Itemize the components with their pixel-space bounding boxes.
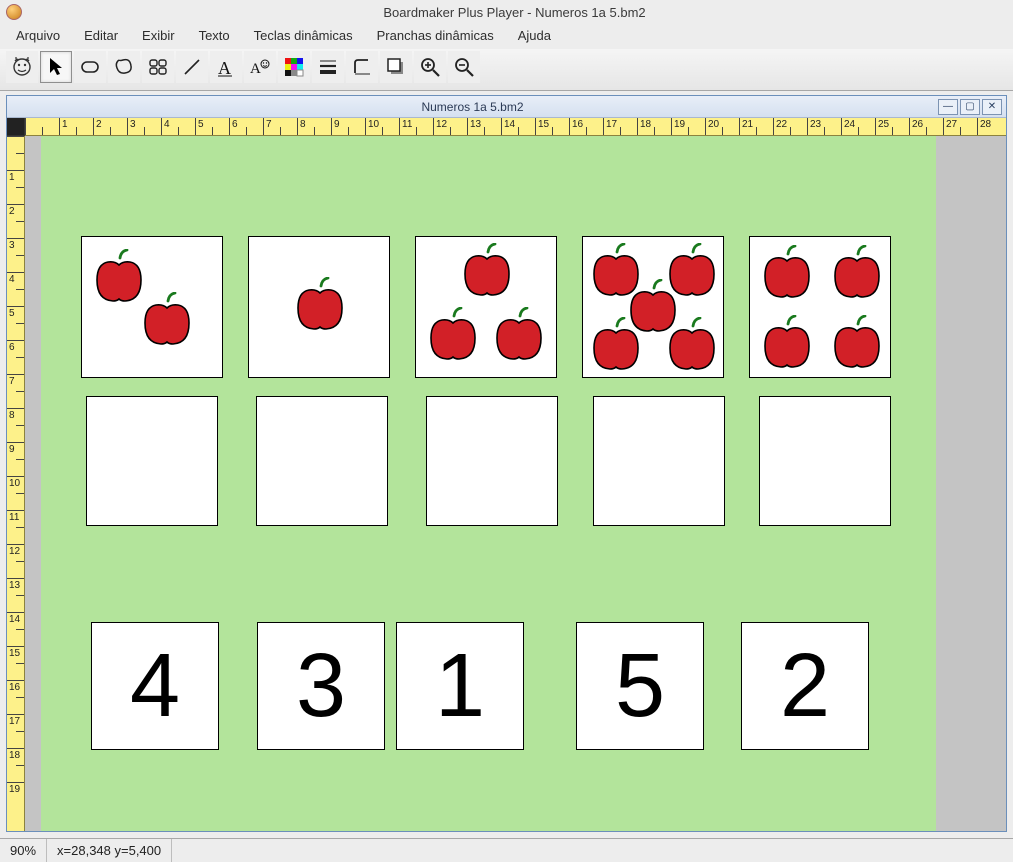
workspace: Numeros 1a 5.bm2 — ▢ ✕ 12345678910111213… xyxy=(0,91,1013,838)
window-title: Boardmaker Plus Player - Numeros 1a 5.bm… xyxy=(22,5,1007,20)
board-page[interactable]: 4 3 1 5 2 xyxy=(41,136,936,831)
drop-zone-4[interactable] xyxy=(593,396,725,526)
window-titlebar: Boardmaker Plus Player - Numeros 1a 5.bm… xyxy=(0,0,1013,24)
menu-texto[interactable]: Texto xyxy=(189,26,240,45)
zoom-in-icon[interactable] xyxy=(414,51,446,83)
text-tool-icon[interactable]: A xyxy=(210,51,242,83)
zoom-out-icon[interactable] xyxy=(448,51,480,83)
app-icon xyxy=(6,4,22,20)
apple-icon xyxy=(295,277,345,331)
pointer-tool-icon[interactable] xyxy=(40,51,72,83)
apple-icon xyxy=(667,317,717,371)
vertical-ruler[interactable]: 12345678910111213141516171819 xyxy=(7,136,25,831)
menu-pranchas-dinamicas[interactable]: Pranchas dinâmicas xyxy=(367,26,504,45)
apple-card-2[interactable] xyxy=(81,236,223,378)
document-title: Numeros 1a 5.bm2 xyxy=(7,100,938,114)
ruler-corner xyxy=(7,118,25,136)
apple-card-3[interactable] xyxy=(415,236,557,378)
apple-icon xyxy=(591,317,641,371)
number-card-5[interactable]: 5 xyxy=(576,622,704,750)
apple-icon xyxy=(142,292,192,346)
number-card-1[interactable]: 1 xyxy=(396,622,524,750)
apple-icon xyxy=(832,245,882,299)
menu-ajuda[interactable]: Ajuda xyxy=(508,26,561,45)
status-zoom: 90% xyxy=(0,839,47,862)
face-tool-icon[interactable] xyxy=(6,51,38,83)
toolbar: A A xyxy=(0,49,1013,91)
menu-exibir[interactable]: Exibir xyxy=(132,26,185,45)
number-card-4[interactable]: 4 xyxy=(91,622,219,750)
minimize-button[interactable]: — xyxy=(938,99,958,115)
document-window: Numeros 1a 5.bm2 — ▢ ✕ 12345678910111213… xyxy=(6,95,1007,832)
apple-card-4[interactable] xyxy=(749,236,891,378)
menu-editar[interactable]: Editar xyxy=(74,26,128,45)
line-weight-icon[interactable] xyxy=(312,51,344,83)
apple-card-1[interactable] xyxy=(248,236,390,378)
svg-text:A: A xyxy=(250,61,261,77)
menu-bar: Arquivo Editar Exibir Texto Teclas dinâm… xyxy=(0,24,1013,49)
svg-text:A: A xyxy=(218,58,231,78)
number-card-3[interactable]: 3 xyxy=(257,622,385,750)
menu-teclas-dinamicas[interactable]: Teclas dinâmicas xyxy=(244,26,363,45)
apple-icon xyxy=(762,245,812,299)
apple-icon xyxy=(494,307,544,361)
menu-arquivo[interactable]: Arquivo xyxy=(6,26,70,45)
document-titlebar[interactable]: Numeros 1a 5.bm2 — ▢ ✕ xyxy=(7,96,1006,118)
close-button[interactable]: ✕ xyxy=(982,99,1002,115)
apple-icon xyxy=(462,243,512,297)
color-palette-icon[interactable] xyxy=(278,51,310,83)
canvas-area[interactable]: 4 3 1 5 2 xyxy=(25,136,1006,831)
freeform-tool-icon[interactable] xyxy=(108,51,140,83)
apple-icon xyxy=(94,249,144,303)
drop-zone-1[interactable] xyxy=(86,396,218,526)
maximize-button[interactable]: ▢ xyxy=(960,99,980,115)
drop-zone-5[interactable] xyxy=(759,396,891,526)
corner-tool-icon[interactable] xyxy=(346,51,378,83)
status-coords: x=28,348 y=5,400 xyxy=(47,839,172,862)
status-bar: 90% x=28,348 y=5,400 xyxy=(0,838,1013,862)
drop-zone-2[interactable] xyxy=(256,396,388,526)
apple-card-5[interactable] xyxy=(582,236,724,378)
apple-icon xyxy=(428,307,478,361)
apple-icon xyxy=(832,315,882,369)
number-card-2[interactable]: 2 xyxy=(741,622,869,750)
symbol-text-tool-icon[interactable]: A xyxy=(244,51,276,83)
apple-icon xyxy=(762,315,812,369)
grid-tool-icon[interactable] xyxy=(142,51,174,83)
horizontal-ruler[interactable]: 1234567891011121314151617181920212223242… xyxy=(25,118,1006,136)
rounded-rect-tool-icon[interactable] xyxy=(74,51,106,83)
shadow-tool-icon[interactable] xyxy=(380,51,412,83)
drop-zone-3[interactable] xyxy=(426,396,558,526)
line-tool-icon[interactable] xyxy=(176,51,208,83)
